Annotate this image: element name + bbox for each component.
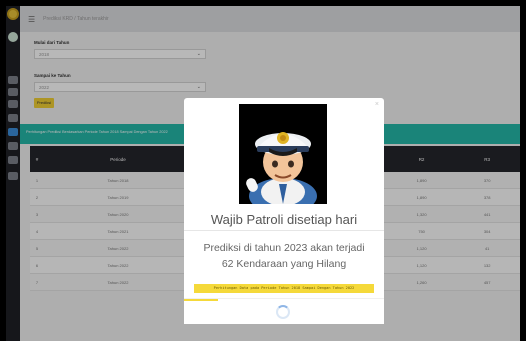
- loading-spinner-icon: [276, 305, 290, 319]
- modal-title: Wajib Patroli disetiap hari: [210, 212, 358, 227]
- app-window: ☰ Prediksi KRD / Tahun terakhir Mulai da…: [6, 6, 520, 341]
- close-icon[interactable]: ×: [375, 101, 379, 108]
- footer-accent-bar: [184, 299, 218, 301]
- police-mascot-image: [239, 104, 327, 204]
- period-notice: Perhitungan Data pada Periode Tahun 2018…: [194, 284, 374, 293]
- modal-footer: [184, 298, 384, 324]
- prediction-text-line1: Prediksi di tahun 2023 akan terjadi: [203, 242, 365, 254]
- prediction-text-line2: 62 Kendaraan yang Hilang: [221, 258, 347, 270]
- police-mascot-illustration: [239, 104, 327, 204]
- prediction-modal: × Wajib Patroli disetiap hari Prediksi d…: [184, 98, 384, 324]
- modal-divider: [184, 230, 384, 231]
